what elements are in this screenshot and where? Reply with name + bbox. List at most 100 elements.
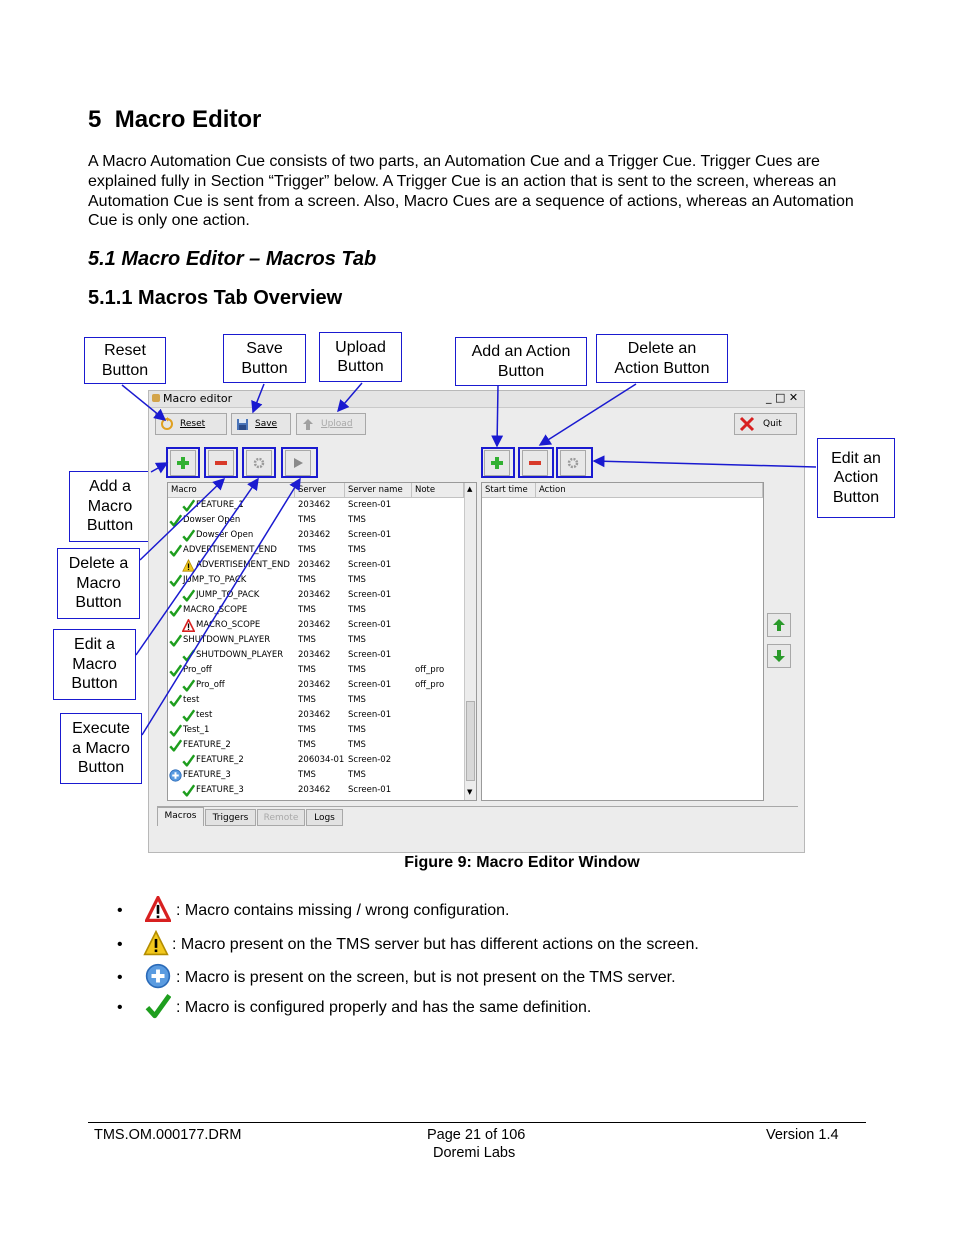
tab-triggers[interactable]: Triggers [205,809,256,826]
callout-text: Action Button [614,359,710,377]
callout-text: a Macro [72,739,130,757]
table-row[interactable]: Test_1 TMS TMS [168,723,464,738]
table-row[interactable]: Dowser Open TMS TMS [168,513,464,528]
footer-company: Doremi Labs [433,1145,516,1161]
save-button[interactable]: Save [231,413,291,435]
callout-text: Macro [87,497,133,515]
macro-list[interactable]: Macro Server Server name Note FEATURE_1 2… [167,482,477,801]
bullet: • [117,969,123,986]
legend-text: : Macro is present on the screen, but is… [176,969,676,986]
scroll-up-icon[interactable]: ▲ [467,485,472,493]
macro-name: MACRO_SCOPE [183,605,248,615]
table-row[interactable]: FEATURE_3 203462 Screen-01 [168,783,464,798]
macro-name: Pro_off [196,680,225,690]
callout-text: Button [75,594,122,612]
server-cell: TMS [298,575,316,585]
macro-list-scrollbar[interactable]: ▲ ▼ [464,483,476,800]
macro-editor-window: Macro editor _ □ ✕ Reset Save Upload Qui… [148,390,805,853]
column-header-action[interactable]: Action [536,483,763,498]
move-down-button[interactable] [767,644,791,668]
callout-text: Button [77,759,125,777]
upload-button[interactable]: Upload [296,413,366,435]
server-cell: 203462 [298,620,331,630]
highlight-edit-action [556,447,593,478]
table-row[interactable]: JUMP_TO_PACK 203462 Screen-01 [168,588,464,603]
callout-add-macro: Add a Macro Button [69,471,151,542]
floppy-icon [237,418,248,430]
highlight-add-action [481,447,515,478]
callout-text: Button [71,675,118,693]
column-header-start-time[interactable]: Start time [482,483,536,498]
table-row[interactable]: ADVERTISEMENT_END TMS TMS [168,543,464,558]
window-controls[interactable]: _ □ ✕ [766,391,798,404]
callout-text: Add an Action [471,343,571,360]
table-row[interactable]: Pro_off 203462 Screen-01 off_pro [168,678,464,693]
server-cell: TMS [298,740,316,750]
tab-remote[interactable]: Remote [257,809,305,826]
table-row[interactable]: Pro_off TMS TMS off_pro [168,663,464,678]
note-cell: off_pro [415,665,445,675]
error-icon [143,893,173,922]
table-row[interactable]: MACRO_SCOPE TMS TMS [168,603,464,618]
server-cell: TMS [298,515,316,525]
quit-label: Quit [763,419,782,429]
table-row[interactable]: FEATURE_3 TMS TMS [168,768,464,783]
scroll-down-icon[interactable]: ▼ [467,788,472,796]
column-header-server-name[interactable]: Server name [345,483,412,498]
table-row[interactable]: ADVERTISEMENT_END 203462 Screen-01 [168,558,464,573]
upload-label: Upload [321,419,353,429]
section-number: 5 [88,106,102,133]
quit-button[interactable]: Quit [734,413,797,435]
macro-name: Dowser Open [183,515,241,525]
table-row[interactable]: FEATURE_2 206034-01 Screen-02 [168,753,464,768]
column-header-note[interactable]: Note [412,483,464,498]
table-row[interactable]: test 203462 Screen-01 [168,708,464,723]
tab-macros[interactable]: Macros [157,807,204,826]
action-list[interactable]: Start time Action [481,482,764,801]
bullet: • [117,902,123,919]
macro-name: SHUTDOWN_PLAYER [196,650,284,660]
table-row[interactable]: FEATURE_2 TMS TMS [168,738,464,753]
check-icon [182,709,196,722]
close-icon [739,416,755,432]
callout-text: Execute [72,720,130,738]
table-row[interactable]: Dowser Open 203462 Screen-01 [168,528,464,543]
tab-logs[interactable]: Logs [306,809,343,826]
server-cell: 203462 [298,785,331,795]
move-up-button[interactable] [767,613,791,637]
column-header-macro[interactable]: Macro [168,483,295,498]
table-row[interactable]: FEATURE_1 203462 Screen-01 [168,498,464,513]
macro-name: test [196,710,213,720]
caption-text: Figure 9: Macro Editor Window [404,854,640,871]
table-row[interactable]: SHUTDOWN_PLAYER TMS TMS [168,633,464,648]
server-name-cell: TMS [348,515,366,525]
server-name-cell: Screen-02 [348,755,392,765]
table-row[interactable]: test TMS TMS [168,693,464,708]
legend-text: : Macro present on the TMS server but ha… [172,936,699,953]
server-cell: 203462 [298,590,331,600]
server-name-cell: TMS [348,665,366,675]
server-name-cell: TMS [348,740,366,750]
callout-text: Button [241,359,288,377]
legend-text: : Macro contains missing / wrong configu… [176,902,510,919]
callout-text: Reset [104,342,146,359]
server-name-cell: TMS [348,545,366,555]
reset-button[interactable]: Reset [155,413,227,435]
column-header-server[interactable]: Server [295,483,345,498]
server-name-cell: Screen-01 [348,560,392,570]
footer-page: Page 21 of 106 [427,1127,526,1143]
check-icon [182,784,196,797]
table-row[interactable]: MACRO_SCOPE 203462 Screen-01 [168,617,464,633]
save-label: Save [255,419,278,429]
table-row[interactable]: JUMP_TO_PACK TMS TMS [168,573,464,588]
callout-reset: Reset Button [84,337,166,384]
check-icon [169,739,183,752]
macro-name: FEATURE_2 [196,755,244,765]
table-row[interactable]: SHUTDOWN_PLAYER 203462 Screen-01 [168,648,464,663]
scrollbar-thumb[interactable] [466,701,475,781]
callout-edit-macro: Edit a Macro Button [53,629,136,700]
callout-text: Button [832,488,880,506]
highlight-add-macro [166,447,200,478]
server-name-cell: Screen-01 [348,680,392,690]
footer-version: Version 1.4 [766,1127,839,1143]
